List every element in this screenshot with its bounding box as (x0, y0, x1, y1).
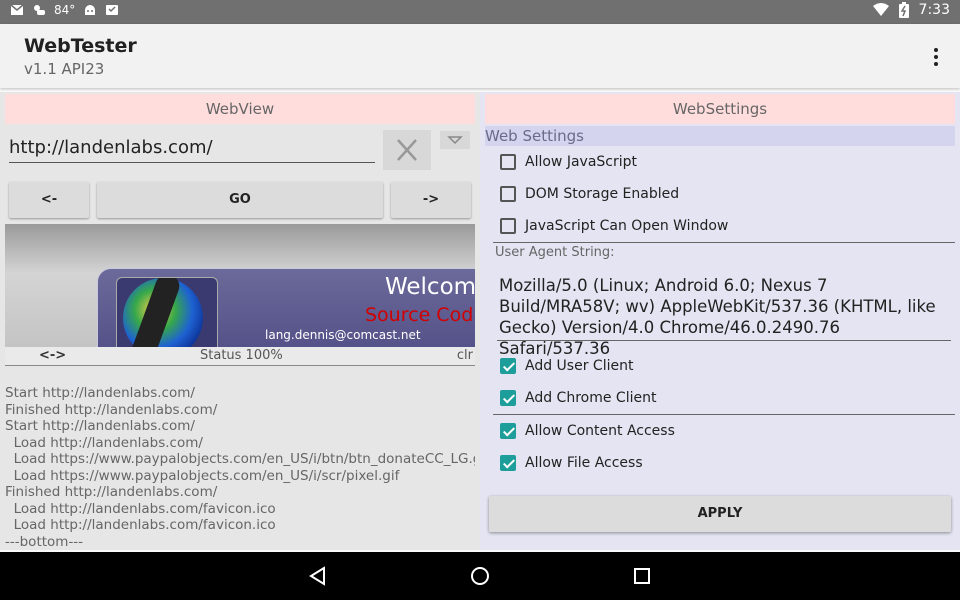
checkbox-icon (500, 154, 516, 170)
expand-toggle[interactable]: <-> (39, 348, 66, 363)
gmail-icon (10, 4, 24, 15)
js-open-window-checkbox[interactable]: JavaScript Can Open Window (500, 214, 728, 238)
add-chrome-client-checkbox[interactable]: Add Chrome Client (500, 386, 656, 410)
app-title: WebTester (24, 35, 137, 57)
android-icon (85, 5, 96, 15)
webview-content[interactable]: Welcome Source Cod lang.dennis@comcast.n… (5, 224, 475, 347)
app-bar: WebTester v1.1 API23 (0, 24, 960, 88)
status-text: Status 100% (200, 348, 283, 363)
checkbox-label: DOM Storage Enabled (525, 186, 680, 202)
allow-javascript-checkbox[interactable]: Allow JavaScript (500, 150, 637, 174)
checkbox-label: Add Chrome Client (525, 390, 657, 406)
section-title: Web Settings (485, 126, 955, 146)
battery-icon (898, 2, 909, 18)
checkbox-label: Allow File Access (525, 455, 643, 471)
checkbox-label: Allow JavaScript (525, 154, 637, 170)
triangle-down-icon (447, 136, 463, 145)
log-line: Load http://landenlabs.com/favicon.ico (5, 500, 276, 517)
wifi-icon (872, 3, 889, 16)
user-agent-input[interactable]: Mozilla/5.0 (Linux; Android 6.0; Nexus 7… (499, 275, 951, 359)
url-history-dropdown[interactable] (440, 131, 470, 149)
globe-image (116, 277, 218, 347)
log-line: Start http://landenlabs.com/ (5, 418, 195, 434)
system-nav-bar (0, 552, 960, 600)
checkbox-checked-icon (500, 358, 516, 374)
webview-header[interactable]: WebView (5, 94, 475, 124)
checkbox-checked-icon (500, 390, 516, 406)
checkbox-label: Allow Content Access (525, 423, 675, 439)
log-line: Load https://www.paypalobjects.com/en_US… (5, 467, 400, 484)
divider (493, 242, 955, 243)
email-link[interactable]: lang.dennis@comcast.net (265, 328, 421, 342)
weather-icon (34, 5, 45, 15)
checkbox-label: JavaScript Can Open Window (525, 218, 729, 234)
log-line: Load https://www.paypalobjects.com/en_US… (5, 451, 475, 467)
more-vert-icon[interactable] (926, 44, 946, 70)
recents-icon[interactable] (633, 567, 651, 585)
back-button[interactable]: <- (9, 182, 89, 218)
clear-url-button[interactable] (383, 130, 431, 170)
log-line: Finished http://landenlabs.com/ (5, 401, 218, 418)
divider (493, 414, 955, 415)
allow-file-access-checkbox[interactable]: Allow File Access (500, 451, 643, 475)
forward-button[interactable]: -> (391, 182, 471, 218)
back-icon[interactable] (308, 566, 328, 586)
dom-storage-checkbox[interactable]: DOM Storage Enabled (500, 182, 679, 206)
allow-content-access-checkbox[interactable]: Allow Content Access (500, 419, 675, 443)
add-user-client-checkbox[interactable]: Add User Client (500, 354, 633, 378)
source-code-link[interactable]: Source Cod (365, 304, 473, 326)
checkbox-checked-icon (500, 423, 516, 439)
log-line: Load http://landenlabs.com/ (5, 434, 203, 451)
log-line: ---bottom--- (5, 533, 84, 549)
checkbox-icon (500, 218, 516, 234)
webview-status-bar: <-> Status 100% clr (5, 347, 475, 366)
user-agent-underline (497, 340, 951, 341)
app-subtitle: v1.1 API23 (24, 60, 105, 78)
go-button[interactable]: GO (97, 182, 383, 218)
log-line: Load http://landenlabs.com/favicon.ico (5, 517, 276, 533)
clock: 7:33 (918, 2, 950, 18)
checkbox-checked-icon (500, 455, 516, 471)
status-bar: 84° 7:33 (0, 0, 960, 24)
load-log: Start http://landenlabs.com/ Finished ht… (5, 368, 475, 548)
user-agent-label: User Agent String: (495, 245, 615, 260)
inbox-icon (106, 5, 119, 15)
checkbox-label: Add User Client (525, 358, 634, 374)
temperature: 84° (54, 3, 76, 17)
clear-log-button[interactable]: clr (457, 348, 473, 363)
welcome-text: Welcome (385, 274, 475, 300)
close-icon (397, 139, 417, 161)
checkbox-icon (500, 186, 516, 202)
apply-button[interactable]: APPLY (489, 496, 951, 532)
url-input[interactable]: http://landenlabs.com/ (9, 138, 375, 163)
log-line: Start http://landenlabs.com/ (5, 385, 195, 401)
home-icon[interactable] (470, 566, 490, 586)
log-line: Finished http://landenlabs.com/ (5, 484, 218, 500)
websettings-header[interactable]: WebSettings (485, 94, 955, 124)
